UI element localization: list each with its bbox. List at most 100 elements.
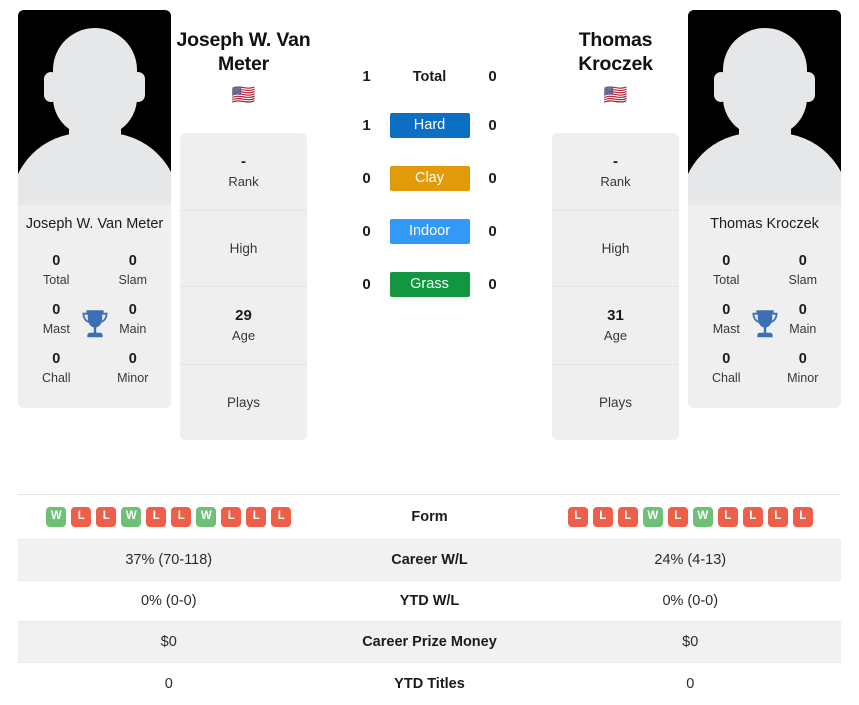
table-row-career-prize: $0 Career Prize Money $0 — [18, 622, 841, 663]
row-label-career-wl: Career W/L — [391, 552, 468, 568]
rank-row-right: - Rank — [552, 133, 679, 211]
age-row-left: 29 Age — [180, 287, 307, 365]
form-badge-loss: L — [246, 507, 267, 527]
player-info-column-right: Thomas Kroczek 🇺🇸 - Rank High 31 Age Pla… — [543, 10, 688, 440]
form-badge-loss: L — [792, 507, 813, 527]
titles-cell-slam: 0 Slam — [95, 247, 172, 296]
age-row-right: 31 Age — [552, 287, 679, 365]
player-info-column-left: Joseph W. Van Meter 🇺🇸 - Rank High 29 Ag… — [171, 10, 316, 440]
h2h-label-grass-wrap: Grass — [384, 272, 476, 297]
titles-cell-minor: 0 Minor — [95, 345, 172, 394]
h2h-row-hard: 1 Hard 0 — [350, 113, 510, 138]
rank-label-left: Rank — [228, 174, 259, 189]
titles-total-label: Total — [713, 273, 740, 288]
titles-slam-label: Slam — [788, 273, 817, 288]
surface-badge-grass[interactable]: Grass — [389, 272, 470, 297]
titles-total-value: 0 — [722, 252, 731, 269]
titles-chall-value: 0 — [722, 351, 731, 368]
plays-row-left: Plays — [180, 365, 307, 440]
titles-total-value: 0 — [52, 252, 61, 269]
united-states-flag-left: 🇺🇸 — [231, 83, 256, 106]
ytd-wl-right: 0% (0-0) — [662, 593, 719, 609]
titles-total-label: Total — [43, 273, 70, 288]
titles-grid-left: 0 Total 0 Slam 0 Mast 0 Main 0 Chall 0 M… — [18, 243, 171, 408]
titles-chall-value: 0 — [52, 351, 61, 368]
surface-badge-indoor[interactable]: Indoor — [389, 219, 470, 244]
form-badge-loss: L — [592, 507, 613, 527]
player-attributes-panel-right: - Rank High 31 Age Plays — [552, 132, 679, 440]
titles-slam-value: 0 — [798, 252, 807, 269]
table-row-career-wl: 37% (70-118) Career W/L 24% (4-13) — [18, 540, 841, 581]
h2h-label-total: Total — [412, 68, 447, 85]
career-prize-left: $0 — [160, 634, 177, 650]
titles-minor-value: 0 — [798, 351, 807, 368]
avatar-ear-right — [131, 72, 145, 102]
plays-label-right: Plays — [598, 394, 632, 410]
form-badge-win: W — [196, 507, 217, 527]
h2h-row-indoor: 0 Indoor 0 — [350, 219, 510, 244]
h2h-left-total: 1 — [362, 68, 371, 85]
h2h-right-total: 0 — [488, 68, 497, 85]
trophy-icon — [81, 310, 108, 338]
table-row-ytd-titles: 0 YTD Titles 0 — [18, 663, 841, 704]
rank-value-right: - — [613, 152, 618, 170]
plays-row-right: Plays — [552, 365, 679, 440]
row-label-career-prize: Career Prize Money — [362, 634, 497, 650]
h2h-row-clay: 0 Clay 0 — [350, 166, 510, 191]
titles-minor-label: Minor — [117, 371, 149, 386]
form-badge-loss: L — [171, 507, 192, 527]
high-label-right: High — [601, 240, 630, 256]
form-badge-loss: L — [742, 507, 763, 527]
high-row-left: High — [180, 211, 307, 287]
h2h-right-indoor: 0 — [488, 223, 497, 240]
form-badge-loss: L — [271, 507, 292, 527]
row-label-ytd-wl: YTD W/L — [399, 593, 460, 609]
age-value-left: 29 — [235, 306, 252, 324]
titles-cell-slam: 0 Slam — [765, 247, 842, 296]
h2h-label-indoor-wrap: Indoor — [384, 219, 476, 244]
surface-badge-clay[interactable]: Clay — [389, 166, 470, 191]
h2h-left-clay: 0 — [362, 170, 371, 187]
titles-chall-label: Chall — [712, 371, 741, 386]
h2h-left-grass: 0 — [362, 276, 371, 293]
player-card-name-right: Thomas Kroczek — [710, 216, 819, 232]
head-to-head-section: 1 Total 0 1 Hard 0 0 Clay 0 0 Indoor 0 0… — [316, 10, 543, 297]
h2h-right-clay: 0 — [488, 170, 497, 187]
player-photo-left — [18, 10, 171, 205]
age-value-right: 31 — [607, 306, 624, 324]
player-attributes-panel-left: - Rank High 29 Age Plays — [180, 132, 307, 440]
form-badge-loss: L — [71, 507, 92, 527]
ytd-titles-right: 0 — [686, 675, 695, 692]
player-card-right[interactable]: Thomas Kroczek 0 Total 0 Slam 0 Mast 0 M… — [688, 10, 841, 409]
titles-slam-label: Slam — [118, 273, 147, 288]
rank-row-left: - Rank — [180, 133, 307, 211]
career-wl-right: 24% (4-13) — [654, 552, 727, 568]
titles-grid-right: 0 Total 0 Slam 0 Mast 0 Main 0 Chall 0 M… — [688, 243, 841, 408]
form-badge-win: W — [121, 507, 142, 527]
form-badge-win: W — [46, 507, 67, 527]
united-states-flag-right: 🇺🇸 — [603, 83, 628, 106]
avatar-shoulders — [18, 133, 171, 205]
career-prize-right: $0 — [682, 634, 699, 650]
rank-label-right: Rank — [600, 174, 631, 189]
form-badges-right: LLLWLWLLLL — [540, 507, 842, 527]
form-badge-loss: L — [717, 507, 738, 527]
titles-slam-value: 0 — [128, 252, 137, 269]
ytd-wl-left: 0% (0-0) — [140, 593, 197, 609]
players-header-section: Joseph W. Van Meter 0 Total 0 Slam 0 Mas… — [0, 0, 859, 488]
player-photo-right — [688, 10, 841, 205]
player-name-left: Joseph W. Van Meter — [176, 29, 311, 76]
table-row-form: WLLWLLWLLL Form LLLWLWLLLL — [18, 495, 841, 540]
player-comparison-page: Joseph W. Van Meter 0 Total 0 Slam 0 Mas… — [0, 0, 859, 705]
age-label-left: Age — [231, 328, 256, 343]
player-card-left[interactable]: Joseph W. Van Meter 0 Total 0 Slam 0 Mas… — [18, 10, 171, 409]
high-label-left: High — [229, 240, 258, 256]
avatar-ear-left — [714, 72, 728, 102]
titles-cell-chall: 0 Chall — [688, 345, 765, 394]
surface-badge-hard[interactable]: Hard — [389, 113, 470, 138]
form-badge-win: W — [692, 507, 713, 527]
avatar-ear-right — [801, 72, 815, 102]
form-badge-loss: L — [667, 507, 688, 527]
h2h-row-total: 1 Total 0 — [350, 68, 510, 85]
player-card-name-left: Joseph W. Van Meter — [25, 216, 164, 232]
